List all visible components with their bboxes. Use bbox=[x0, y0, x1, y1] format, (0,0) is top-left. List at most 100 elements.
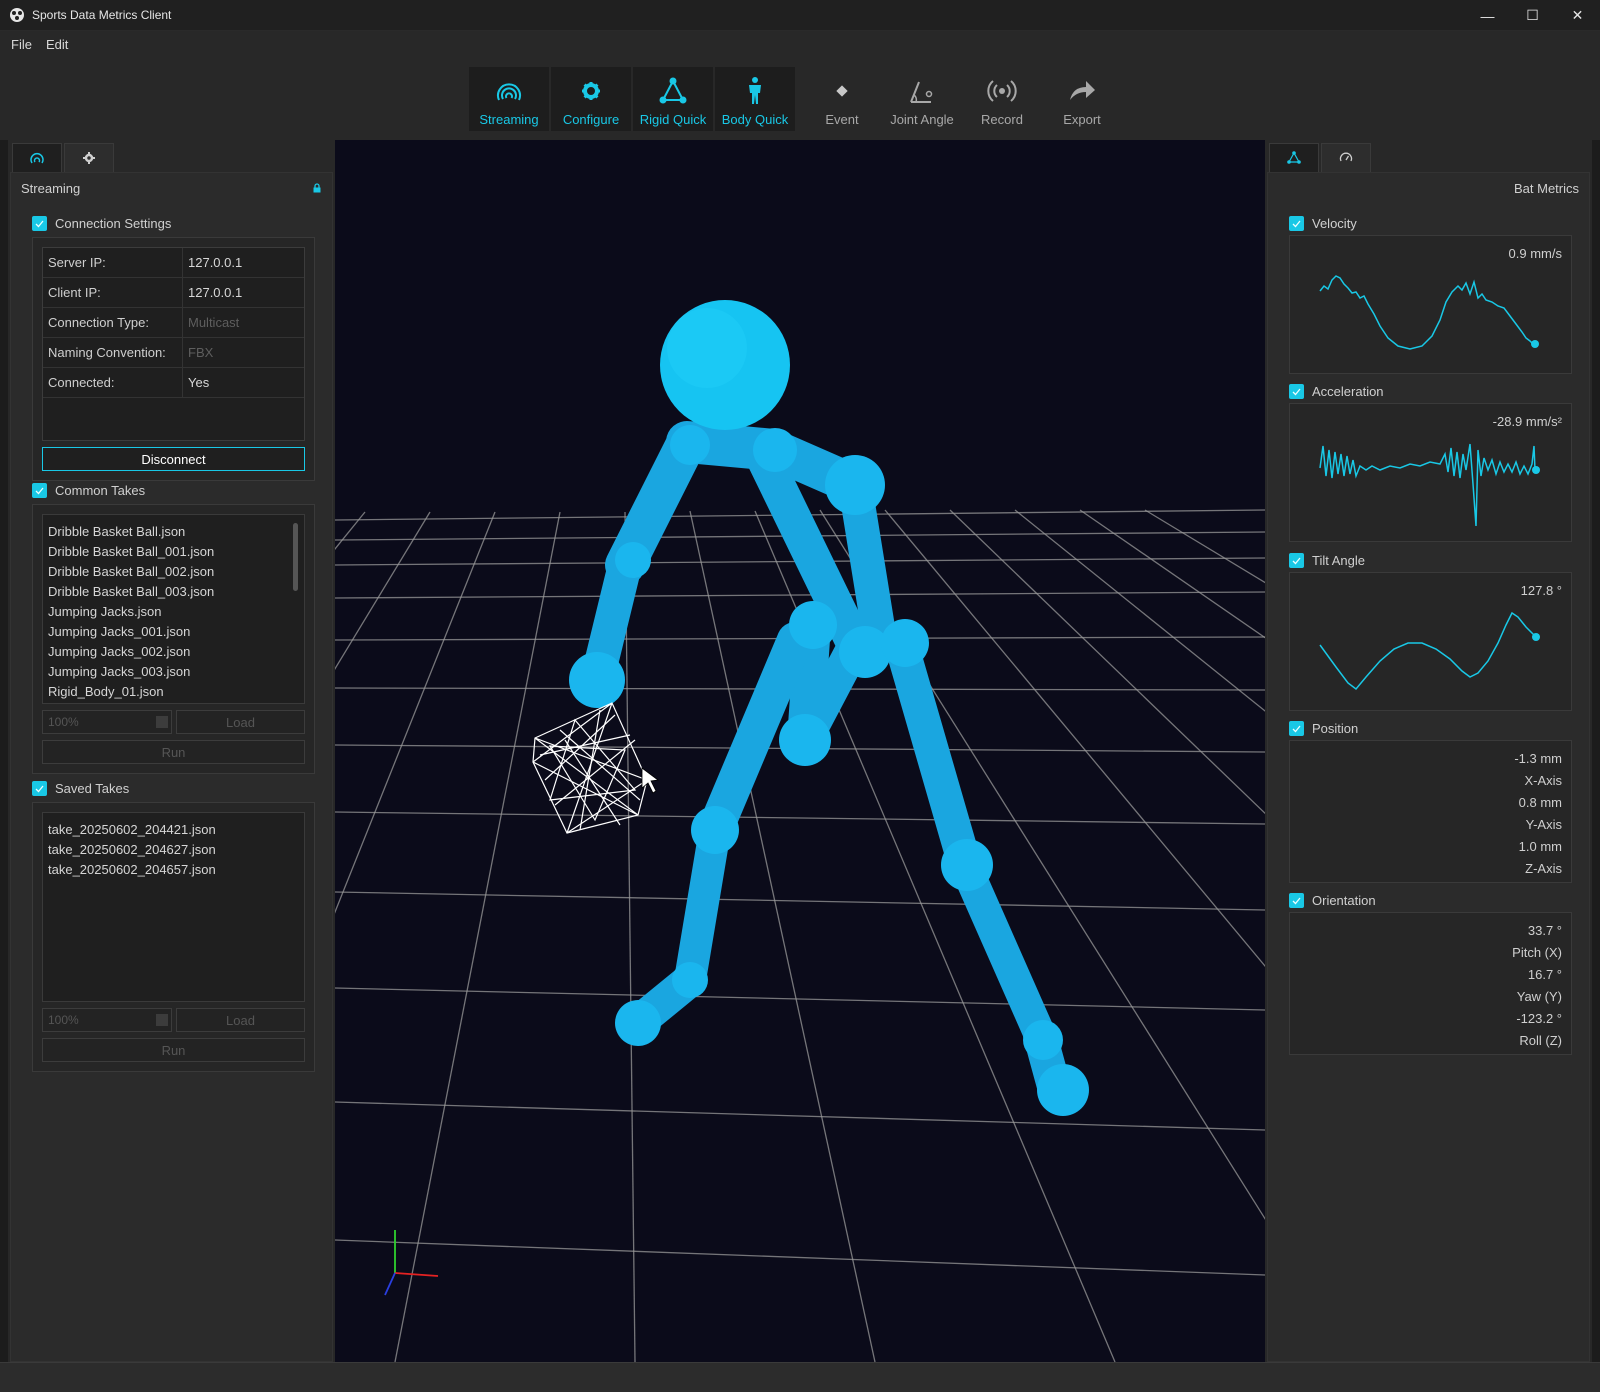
tab-rigid-body[interactable] bbox=[1269, 143, 1319, 172]
velocity-sparkline bbox=[1319, 275, 1539, 350]
acceleration-checkbox[interactable] bbox=[1289, 383, 1304, 399]
menu-edit[interactable]: Edit bbox=[39, 37, 75, 52]
saved-takes-checkbox[interactable] bbox=[32, 780, 47, 796]
toolbar: Streaming Configure Rigid Quick Body Qui… bbox=[0, 57, 1600, 140]
rigid-quick-label: Rigid Quick bbox=[639, 112, 707, 127]
client-ip-label: Client IP: bbox=[43, 278, 183, 307]
rigid-body-icon bbox=[659, 77, 687, 104]
tab-gauge[interactable] bbox=[1321, 143, 1371, 172]
export-button[interactable]: Export bbox=[1042, 67, 1122, 131]
position-title: Position bbox=[1312, 720, 1359, 736]
position-y-value: 0.8 mm bbox=[1518, 795, 1562, 810]
position-box: -1.3 mm X-Axis 0.8 mm Y-Axis 1.0 mm Z-Ax… bbox=[1289, 740, 1572, 883]
client-ip-value[interactable]: 127.0.0.1 bbox=[183, 278, 304, 307]
3d-viewport[interactable] bbox=[335, 140, 1265, 1362]
common-takes-section: Common Takes Dribble Basket Ball.json Dr… bbox=[32, 480, 315, 774]
body-quick-button[interactable]: Body Quick bbox=[715, 67, 795, 131]
scene bbox=[335, 300, 1265, 1362]
disconnect-button[interactable]: Disconnect bbox=[42, 447, 305, 471]
angle-icon bbox=[910, 81, 933, 103]
common-takes-checkbox[interactable] bbox=[32, 482, 47, 498]
list-item[interactable]: Rigid_Body_01.json bbox=[48, 681, 299, 701]
pitch-value: 33.7 ° bbox=[1527, 923, 1562, 938]
configure-button[interactable]: Configure bbox=[551, 67, 631, 131]
orientation-title: Orientation bbox=[1312, 892, 1376, 908]
saved-takes-title: Saved Takes bbox=[55, 780, 130, 796]
list-item[interactable]: Dribble Basket Ball_001.json bbox=[48, 541, 299, 561]
naming-convention-label: Naming Convention: bbox=[43, 338, 183, 367]
list-item[interactable]: Jumping Jacks.json bbox=[48, 601, 299, 621]
tilt-angle-chart: 127.8 ° bbox=[1289, 572, 1572, 711]
table-row: Client IP: 127.0.0.1 bbox=[43, 278, 304, 308]
list-item[interactable]: take_20250602_204627.json bbox=[48, 839, 299, 859]
event-label: Event bbox=[825, 112, 859, 127]
load-button[interactable]: Load bbox=[176, 1008, 305, 1032]
diamond-icon bbox=[836, 85, 848, 97]
playback-speed-spinner[interactable]: 100% bbox=[42, 710, 172, 734]
app-icon bbox=[10, 8, 24, 22]
orientation-box: 33.7 ° Pitch (X) 16.7 ° Yaw (Y) -123.2 °… bbox=[1289, 912, 1572, 1055]
axis-gizmo bbox=[384, 1230, 439, 1296]
event-button[interactable]: Event bbox=[802, 67, 882, 131]
acceleration-chart: -28.9 mm/s² bbox=[1289, 403, 1572, 542]
server-ip-value[interactable]: 127.0.0.1 bbox=[183, 248, 304, 277]
connection-settings-checkbox[interactable] bbox=[32, 215, 47, 231]
maximize-button[interactable]: ☐ bbox=[1510, 0, 1555, 31]
rigid-quick-button[interactable]: Rigid Quick bbox=[633, 67, 713, 131]
velocity-checkbox[interactable] bbox=[1289, 215, 1304, 231]
bat-metrics-panel: Bat Metrics Velocity 0.9 mm/s Accelerati… bbox=[1267, 172, 1590, 1362]
list-item[interactable]: take_20250602_204657.json bbox=[48, 859, 299, 879]
orientation-checkbox[interactable] bbox=[1289, 892, 1304, 908]
tilt-angle-title: Tilt Angle bbox=[1312, 552, 1365, 568]
list-item[interactable]: Dribble Basket Ball_003.json bbox=[48, 581, 299, 601]
joint-angle-label: Joint Angle bbox=[890, 112, 954, 127]
tab-streaming[interactable] bbox=[12, 143, 62, 172]
table-row: Connected: Yes bbox=[43, 368, 304, 398]
saved-takes-section: Saved Takes take_20250602_204421.json ta… bbox=[32, 778, 315, 1072]
active-tool-group: Streaming Configure Rigid Quick Body Qui… bbox=[469, 67, 797, 131]
menu-file[interactable]: File bbox=[4, 37, 39, 52]
list-item[interactable]: Jumping Jacks_001.json bbox=[48, 621, 299, 641]
joint-angle-button[interactable]: Joint Angle bbox=[882, 67, 962, 131]
list-item[interactable]: Jumping Jacks_002.json bbox=[48, 641, 299, 661]
playback-speed-spinner[interactable]: 100% bbox=[42, 1008, 172, 1032]
table-row: Naming Convention: FBX bbox=[43, 338, 304, 368]
connection-type-value: Multicast bbox=[188, 315, 240, 330]
body-quick-label: Body Quick bbox=[721, 112, 789, 127]
load-button[interactable]: Load bbox=[176, 710, 305, 734]
connection-settings-title: Connection Settings bbox=[55, 215, 172, 231]
minimize-button[interactable]: — bbox=[1465, 0, 1510, 31]
status-bar bbox=[0, 1362, 1600, 1392]
list-item[interactable]: Dribble Basket Ball.json bbox=[48, 521, 299, 541]
list-item[interactable]: Jumping Jacks_003.json bbox=[48, 661, 299, 681]
window-title: Sports Data Metrics Client bbox=[32, 8, 172, 22]
rigid-body-wireframe bbox=[532, 702, 648, 834]
velocity-title: Velocity bbox=[1312, 215, 1357, 231]
common-takes-list: Dribble Basket Ball.json Dribble Basket … bbox=[42, 514, 305, 704]
skeleton bbox=[580, 421, 1072, 1107]
run-button[interactable]: Run bbox=[42, 740, 305, 764]
configure-label: Configure bbox=[562, 112, 620, 127]
menu-bar: File Edit bbox=[0, 31, 1600, 57]
position-checkbox[interactable] bbox=[1289, 720, 1304, 736]
roll-value: -123.2 ° bbox=[1516, 1011, 1562, 1026]
title-bar: Sports Data Metrics Client — ☐ ✕ bbox=[0, 0, 1600, 31]
acceleration-title: Acceleration bbox=[1312, 383, 1384, 399]
lock-icon[interactable] bbox=[312, 183, 322, 193]
connected-value: Yes bbox=[188, 375, 210, 390]
tilt-angle-checkbox[interactable] bbox=[1289, 552, 1304, 568]
close-button[interactable]: ✕ bbox=[1555, 0, 1600, 31]
scrollbar[interactable] bbox=[293, 523, 298, 591]
playback-speed-value: 100% bbox=[48, 1013, 79, 1027]
connection-table: Server IP: 127.0.0.1 Client IP: 127.0.0.… bbox=[42, 247, 305, 441]
position-z-value: 1.0 mm bbox=[1518, 839, 1562, 854]
acceleration-sparkline bbox=[1319, 443, 1540, 527]
list-item[interactable]: Dribble Basket Ball_002.json bbox=[48, 561, 299, 581]
list-item[interactable]: take_20250602_204421.json bbox=[48, 819, 299, 839]
run-button[interactable]: Run bbox=[42, 1038, 305, 1062]
streaming-button[interactable]: Streaming bbox=[469, 67, 549, 131]
table-row: Server IP: 127.0.0.1 bbox=[43, 248, 304, 278]
rigid-body-icon bbox=[1287, 151, 1301, 164]
record-button[interactable]: Record bbox=[962, 67, 1042, 131]
tab-settings[interactable] bbox=[64, 143, 114, 172]
